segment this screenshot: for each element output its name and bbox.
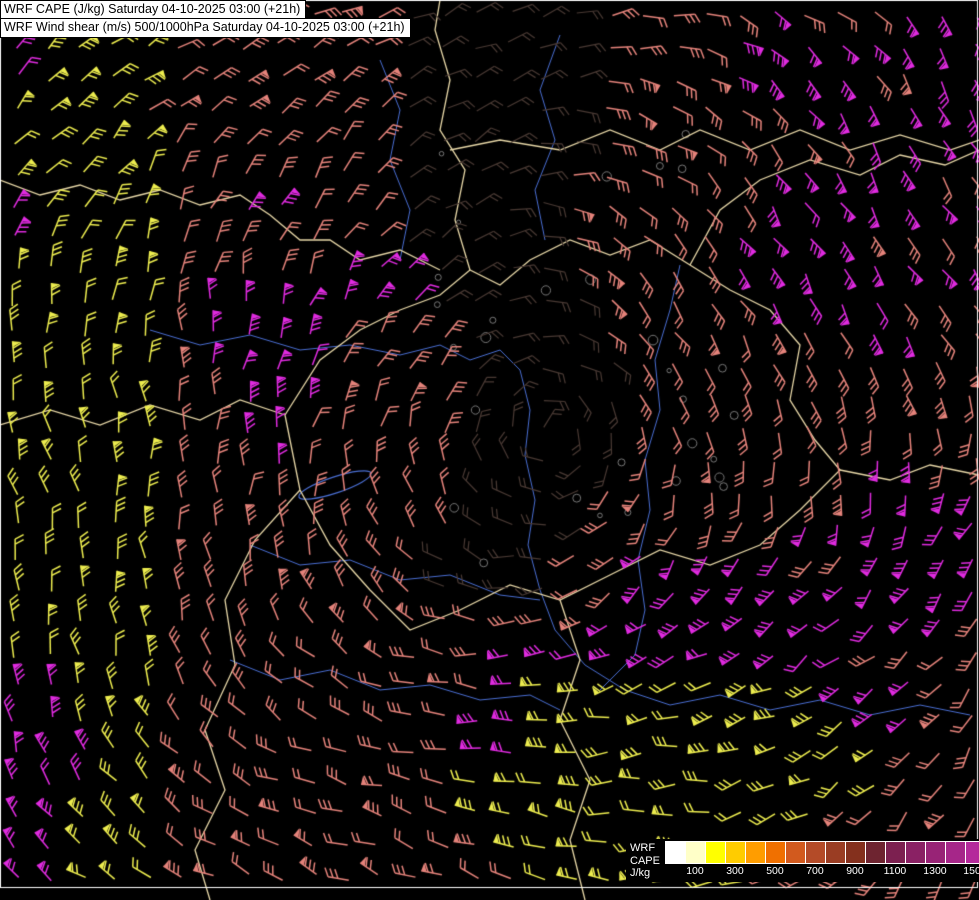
legend-tick-label: 100 [675,865,715,878]
legend-swatch-row [666,841,979,864]
legend-swatch [805,841,826,864]
legend-swatch [925,841,946,864]
legend-variable-label: CAPE [630,855,660,868]
legend-swatch [705,841,726,864]
weather-map-stage: WRF CAPE (J/kg) Saturday 04-10-2025 03:0… [0,0,979,900]
legend-swatch [685,841,706,864]
legend-swatch [965,841,979,864]
legend-swatch [745,841,766,864]
legend-swatch [885,841,906,864]
legend-swatch [905,841,926,864]
legend-swatch [845,841,866,864]
legend-tick-row: 100300500700900110013001500 [666,865,979,878]
legend-swatch [765,841,786,864]
legend-colorbar: 100300500700900110013001500 [666,841,979,878]
legend-unit-label: J/kg [630,867,660,880]
cape-legend: WRF CAPE J/kg 10030050070090011001300150… [626,839,979,882]
legend-tick-label: 900 [835,865,875,878]
legend-tick-label: 1500 [955,865,979,878]
legend-tick-label: 300 [715,865,755,878]
legend-swatch [665,841,686,864]
legend-swatch [945,841,966,864]
legend-tick-label: 700 [795,865,835,878]
title-wind-shear: WRF Wind shear (m/s) 500/1000hPa Saturda… [0,18,411,38]
legend-tick-label: 500 [755,865,795,878]
legend-swatch [865,841,886,864]
legend-tick-label: 1300 [915,865,955,878]
legend-tick-label: 1100 [875,865,915,878]
weather-map-canvas [0,0,979,900]
legend-swatch [785,841,806,864]
legend-swatch [725,841,746,864]
legend-swatch [825,841,846,864]
legend-meta: WRF CAPE J/kg [630,841,660,880]
legend-model-label: WRF [630,842,660,855]
title-cape: WRF CAPE (J/kg) Saturday 04-10-2025 03:0… [0,0,306,20]
